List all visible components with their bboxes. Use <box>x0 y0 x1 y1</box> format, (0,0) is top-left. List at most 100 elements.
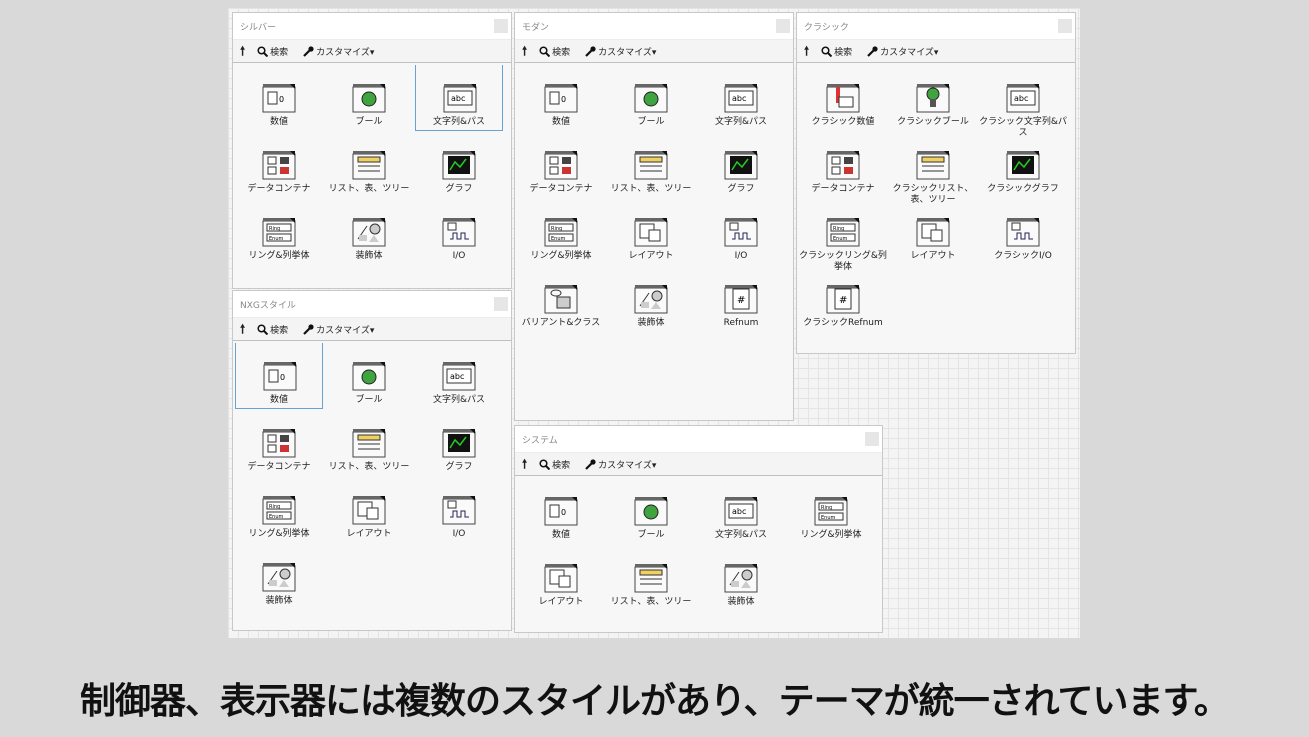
folder-icon: 0 <box>262 84 296 113</box>
palette-item[interactable]: I/O <box>697 199 785 265</box>
palette-titlebar[interactable]: モダン <box>515 13 793 40</box>
close-button[interactable] <box>494 297 508 311</box>
palette-item[interactable]: 装飾体 <box>235 544 323 610</box>
close-button[interactable] <box>776 19 790 33</box>
palette-item-label: リング&列挙体 <box>248 529 310 539</box>
palette-item-label: 数値 <box>551 117 570 127</box>
palette-item[interactable]: グラフ <box>415 132 503 198</box>
customize-button[interactable]: カスタマイズ▾ <box>584 458 656 471</box>
folder-icon: abc <box>442 362 476 391</box>
palette-item[interactable]: 装飾体 <box>697 545 785 611</box>
up-arrow-icon[interactable]: 🠕 <box>522 458 527 470</box>
palette-item[interactable]: abc クラシック文字列&パス <box>979 65 1067 138</box>
palette-item[interactable]: レイアウト <box>607 199 695 265</box>
palette-item[interactable]: ブール <box>607 65 695 131</box>
folder-icon <box>826 84 860 113</box>
close-button[interactable] <box>1058 19 1072 33</box>
folder-icon: # <box>724 285 758 314</box>
palette-titlebar[interactable]: NXGスタイル <box>233 291 511 318</box>
palette-item[interactable]: レイアウト <box>889 199 977 265</box>
palette-item[interactable]: Ring Enum リング&列挙体 <box>517 199 605 265</box>
palette-item[interactable]: abc 文字列&パス <box>415 65 503 131</box>
palette-titlebar[interactable]: システム <box>515 426 882 453</box>
svg-text:Enum: Enum <box>833 236 847 242</box>
up-arrow-icon[interactable]: 🠕 <box>522 45 527 57</box>
search-button[interactable]: 検索 <box>257 323 288 336</box>
folder-icon <box>442 429 476 458</box>
folder-icon: # <box>826 285 860 314</box>
svg-text:Ring: Ring <box>269 226 280 232</box>
palette-item[interactable]: データコンテナ <box>235 410 323 476</box>
palette-item-label: データコンテナ <box>247 184 311 194</box>
palette-item[interactable]: レイアウト <box>325 477 413 543</box>
palette-item[interactable]: abc 文字列&パス <box>697 65 785 131</box>
up-arrow-icon[interactable]: 🠕 <box>240 45 245 57</box>
palette-item[interactable]: ブール <box>607 478 695 544</box>
wrench-icon <box>303 45 314 57</box>
close-button[interactable] <box>494 19 508 33</box>
search-icon <box>821 45 833 57</box>
palette-item[interactable]: クラシックリスト、表、ツリー <box>889 132 977 205</box>
palette-item[interactable]: リスト、表、ツリー <box>325 132 413 198</box>
palette-item[interactable]: クラシック数値 <box>799 65 887 131</box>
palette-title: クラシック <box>804 23 849 33</box>
palette-item[interactable]: クラシックI/O <box>979 199 1067 265</box>
up-arrow-icon[interactable]: 🠕 <box>804 45 809 57</box>
folder-icon <box>826 151 860 180</box>
palette-item[interactable]: Ring Enum リング&列挙体 <box>235 199 323 265</box>
palette-item[interactable]: Ring Enum クラシックリング&列挙体 <box>799 199 887 272</box>
customize-button[interactable]: カスタマイズ▾ <box>866 45 938 58</box>
palette-item[interactable]: I/O <box>415 199 503 265</box>
palette-item[interactable]: Ring Enum リング&列挙体 <box>235 477 323 543</box>
palette-item[interactable]: I/O <box>415 477 503 543</box>
palette-item[interactable]: データコンテナ <box>235 132 323 198</box>
wrench-icon <box>303 323 314 335</box>
palette-titlebar[interactable]: クラシック <box>797 13 1075 40</box>
palette-item[interactable]: # Refnum <box>697 266 785 332</box>
palette-item[interactable]: レイアウト <box>517 545 605 611</box>
palette-item-label: グラフ <box>445 462 473 472</box>
up-arrow-icon[interactable]: 🠕 <box>240 323 245 335</box>
palette-item[interactable]: 0 数値 <box>517 65 605 131</box>
palette-titlebar[interactable]: シルバー <box>233 13 511 40</box>
search-button[interactable]: 検索 <box>539 458 570 471</box>
palette-item[interactable]: 装飾体 <box>325 199 413 265</box>
search-button[interactable]: 検索 <box>821 45 852 58</box>
search-label: 検索 <box>834 47 853 58</box>
palette-item[interactable]: abc 文字列&パス <box>697 478 785 544</box>
folder-icon <box>544 285 578 314</box>
palette-item-label: クラシックブール <box>897 117 969 127</box>
palette-item-label: 数値 <box>269 117 288 127</box>
customize-button[interactable]: カスタマイズ▾ <box>302 323 374 336</box>
palette-item[interactable]: グラフ <box>415 410 503 476</box>
palette-item[interactable]: リスト、表、ツリー <box>607 545 695 611</box>
folder-icon: Ring Enum <box>262 218 296 247</box>
search-button[interactable]: 検索 <box>539 45 570 58</box>
palette-item[interactable]: Ring Enum リング&列挙体 <box>787 478 875 544</box>
palette-item[interactable]: データコンテナ <box>517 132 605 198</box>
palette-item[interactable]: クラシックグラフ <box>979 132 1067 198</box>
palette-item[interactable]: 装飾体 <box>607 266 695 332</box>
palette-item[interactable]: 0 数値 <box>235 65 323 131</box>
palette-item[interactable]: クラシックブール <box>889 65 977 131</box>
folder-icon: 0 <box>544 497 578 526</box>
close-button[interactable] <box>865 432 879 446</box>
palette-item[interactable]: ブール <box>325 343 413 409</box>
palette-item[interactable]: # クラシックRefnum <box>799 266 887 332</box>
palette-item[interactable]: グラフ <box>697 132 785 198</box>
customize-button[interactable]: カスタマイズ▾ <box>302 45 374 58</box>
palette-item[interactable]: ブール <box>325 65 413 131</box>
folder-icon: Ring Enum <box>826 218 860 247</box>
customize-button[interactable]: カスタマイズ▾ <box>584 45 656 58</box>
palette-item-label: I/O <box>734 251 748 261</box>
palette-item[interactable]: 0 数値 <box>235 343 323 409</box>
palette-item[interactable]: バリアント&クラス <box>517 266 605 332</box>
palette-item[interactable]: abc 文字列&パス <box>415 343 503 409</box>
palette-item[interactable]: 0 数値 <box>517 478 605 544</box>
palette-item-label: ブール <box>637 117 665 127</box>
palette-item[interactable]: リスト、表、ツリー <box>325 410 413 476</box>
palette-item[interactable]: リスト、表、ツリー <box>607 132 695 198</box>
search-button[interactable]: 検索 <box>257 45 288 58</box>
svg-text:abc: abc <box>451 94 465 103</box>
palette-item[interactable]: データコンテナ <box>799 132 887 198</box>
